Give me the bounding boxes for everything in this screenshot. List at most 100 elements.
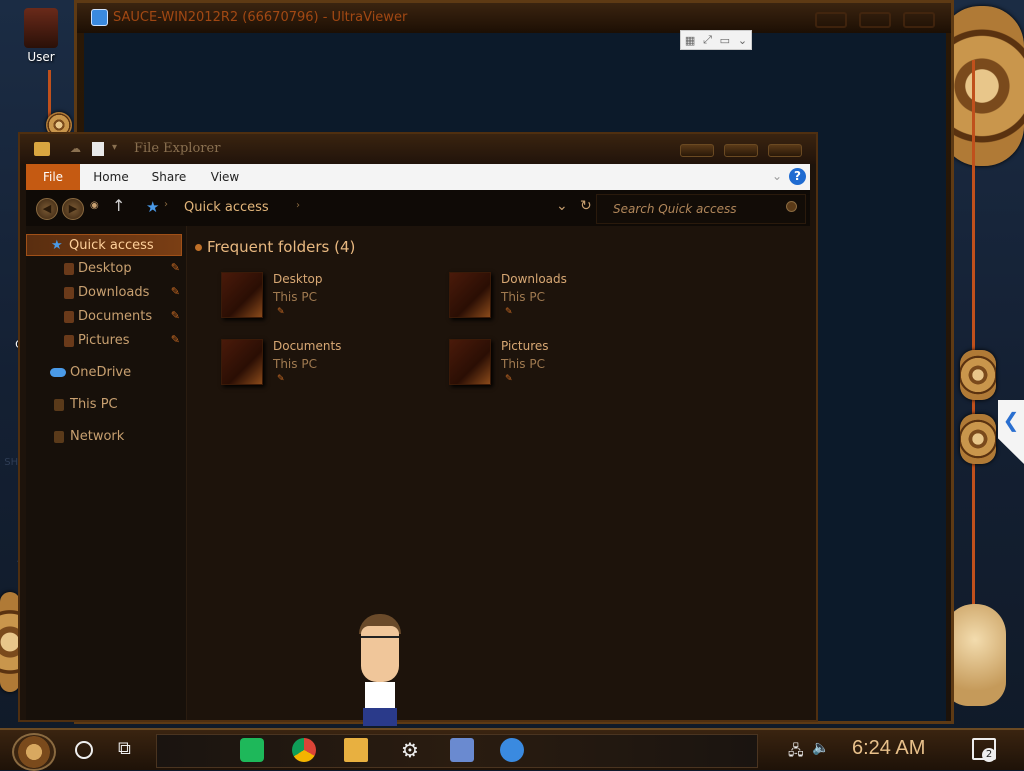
desktop-folder-icon <box>221 272 263 318</box>
sidebar-item-quick-access[interactable]: ★ Quick access <box>26 234 182 256</box>
pin-icon: ✎ <box>505 307 513 317</box>
refresh-icon[interactable]: ↻ <box>580 198 592 214</box>
explorer-title: File Explorer <box>134 141 221 156</box>
taskbar-clock[interactable]: 6:24 AM <box>852 737 925 760</box>
section-header[interactable]: Frequent folders (4) <box>207 238 355 256</box>
chevron-down-icon[interactable]: ⌄ <box>738 34 747 47</box>
up-arrow-icon[interactable]: ↑ <box>112 196 125 215</box>
grid-icon[interactable]: ▦ <box>685 34 695 47</box>
pin-icon[interactable]: ✎ <box>171 309 180 322</box>
help-button[interactable]: ? <box>789 168 806 185</box>
computer-icon <box>54 399 64 411</box>
desktop-icon-label: User <box>27 50 55 64</box>
pin-icon: ✎ <box>277 374 285 384</box>
forward-button[interactable]: ▶ <box>62 198 84 220</box>
chevron-icon[interactable]: › <box>296 200 300 211</box>
breadcrumb-separator-icon: › <box>164 199 168 210</box>
file-explorer-window: ☁ ▾ File Explorer File Home Share View ⌄… <box>18 132 818 722</box>
minimize-button[interactable] <box>815 12 847 28</box>
network-icon <box>54 431 64 443</box>
file-explorer-icon[interactable] <box>344 738 368 762</box>
desktop-icon-user[interactable]: User <box>6 8 76 64</box>
search-input[interactable]: Search Quick access <box>613 202 737 216</box>
new-folder-icon[interactable] <box>92 142 104 156</box>
star-icon: ★ <box>146 198 160 216</box>
star-icon: ★ <box>51 238 63 253</box>
folder-tile-downloads[interactable]: Downloads This PC ✎ <box>449 272 669 322</box>
downloads-folder-icon <box>64 287 74 299</box>
pants-shape <box>363 708 397 726</box>
pin-icon[interactable]: ✎ <box>171 333 180 346</box>
sidebar-item-this-pc[interactable]: This PC <box>26 394 182 416</box>
folder-tile-documents[interactable]: Documents This PC ✎ <box>221 339 441 389</box>
close-button[interactable] <box>768 144 802 157</box>
sidebar-item-desktop[interactable]: Desktop ✎ <box>26 258 182 280</box>
notification-count-badge: 2 <box>982 748 996 762</box>
task-view-button[interactable]: ⧉ <box>118 738 142 762</box>
tab-view[interactable]: View <box>202 164 248 190</box>
sidebar-item-onedrive[interactable]: OneDrive <box>26 362 182 384</box>
search-button[interactable] <box>72 738 96 762</box>
taskbar: ⧉ ⚙ 🖧 🔈 6:24 AM 2 <box>0 728 1024 771</box>
folder-location: This PC <box>501 290 545 304</box>
customize-toolbar-icon[interactable]: ▾ <box>112 142 122 156</box>
settings-gear-icon[interactable]: ⚙ <box>398 738 422 762</box>
back-button[interactable]: ◀ <box>36 198 58 220</box>
address-bar[interactable]: ★ › Quick access › ⌄ ↻ <box>146 193 592 223</box>
tab-home[interactable]: Home <box>86 164 136 190</box>
fullscreen-icon[interactable]: ⤢ <box>703 33 712 47</box>
tab-file[interactable]: File <box>26 164 80 190</box>
pin-icon[interactable]: ✎ <box>171 285 180 298</box>
documents-folder-icon <box>221 339 263 385</box>
address-text: Quick access <box>184 200 269 215</box>
monitor-icon[interactable]: ▭ <box>720 34 730 47</box>
sidebar-item-label: Network <box>70 429 125 444</box>
close-button[interactable] <box>903 12 935 28</box>
folder-name: Pictures <box>501 339 549 353</box>
sidebar-item-label: Downloads <box>78 285 150 300</box>
valve-decoration <box>960 414 996 464</box>
user-folder-icon <box>24 8 58 48</box>
network-status-icon[interactable]: 🖧 <box>788 740 804 764</box>
sidebar-item-pictures[interactable]: Pictures ✎ <box>26 330 182 352</box>
remote-toolbar[interactable]: ▦ ⤢ ▭ ⌄ <box>680 30 752 50</box>
volume-muted-icon[interactable]: 🔈 <box>812 740 829 756</box>
glasses-icon <box>361 636 399 648</box>
sidebar-item-label: Documents <box>78 309 153 324</box>
folder-tile-pictures[interactable]: Pictures This PC ✎ <box>449 339 669 389</box>
face-shape <box>361 626 399 682</box>
folder-location: This PC <box>501 357 545 371</box>
sidebar-item-label: This PC <box>70 397 118 412</box>
tab-share[interactable]: Share <box>144 164 194 190</box>
maximize-button[interactable] <box>724 144 758 157</box>
explorer-titlebar: ☁ ▾ File Explorer <box>20 134 816 164</box>
pictures-folder-icon <box>449 339 491 385</box>
notes-app-icon[interactable] <box>240 738 264 762</box>
folder-tile-desktop[interactable]: Desktop This PC ✎ <box>221 272 441 322</box>
flyout-expand-button[interactable]: ❮ <box>998 400 1024 464</box>
remote-viewer-titlebar: SAUCE-WIN2012R2 (66670796) - UltraViewer <box>77 3 951 33</box>
sidebar-item-network[interactable]: Network <box>26 426 182 448</box>
properties-icon[interactable]: ☁ <box>70 142 84 156</box>
minimize-button[interactable] <box>680 144 714 157</box>
maximize-button[interactable] <box>859 12 891 28</box>
search-icon[interactable] <box>786 201 797 212</box>
start-button[interactable] <box>12 733 56 771</box>
ultraviewer-logo-icon <box>91 9 108 26</box>
task-view-icon: ⧉ <box>118 738 131 759</box>
recent-locations-icon[interactable]: ◉ <box>90 200 99 211</box>
sidebar-item-documents[interactable]: Documents ✎ <box>26 306 182 328</box>
address-dropdown-icon[interactable]: ⌄ <box>556 198 568 214</box>
sidebar-item-label: Desktop <box>78 261 132 276</box>
sidebar-item-label: Pictures <box>78 333 130 348</box>
search-box[interactable]: Search Quick access <box>596 194 806 224</box>
ultraviewer-taskbar-icon[interactable] <box>500 738 524 762</box>
keyboard-app-icon[interactable] <box>450 738 474 762</box>
chrome-icon[interactable] <box>292 738 316 762</box>
cloud-icon <box>50 368 66 377</box>
expand-ribbon-icon[interactable]: ⌄ <box>772 169 782 183</box>
folder-location: This PC <box>273 357 317 371</box>
sidebar-item-downloads[interactable]: Downloads ✎ <box>26 282 182 304</box>
sidebar-item-label: Quick access <box>69 238 154 253</box>
pin-icon[interactable]: ✎ <box>171 261 180 274</box>
